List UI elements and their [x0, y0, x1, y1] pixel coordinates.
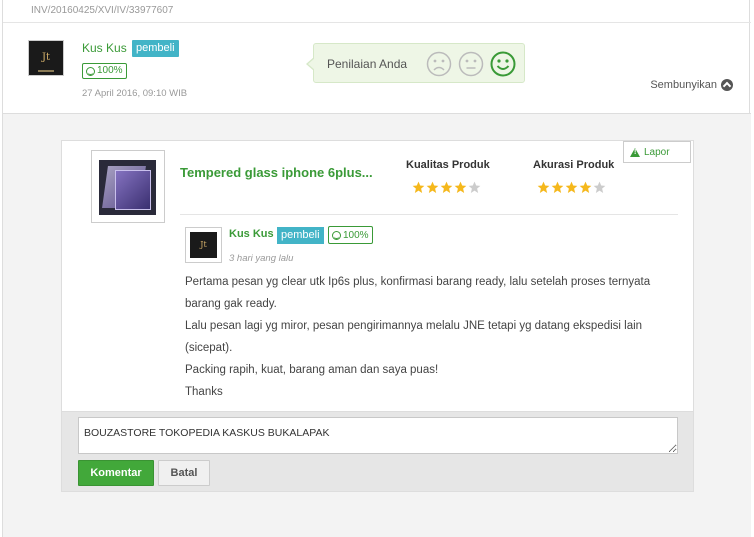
star-filled-icon: [440, 181, 453, 194]
product-title-link[interactable]: Tempered glass iphone 6plus...: [180, 165, 373, 180]
product-image: [99, 160, 156, 215]
hide-link-label: Sembunyikan: [650, 79, 717, 91]
review-text: Pertama pesan yg clear utk Ip6s plus, ko…: [185, 271, 665, 403]
buyer-avatar[interactable]: Jt: [28, 40, 64, 76]
logo-underline: [38, 70, 54, 72]
transaction-panel: INV/20160425/XVI/IV/33977607 Jt Kus Kus …: [2, 0, 751, 537]
reviewer-name-link[interactable]: Kus Kus: [229, 228, 274, 240]
star-filled-icon: [537, 181, 550, 194]
review-line: Packing rapih, kuat, barang aman dan say…: [185, 364, 439, 376]
accuracy-label: Akurasi Produk: [533, 159, 615, 171]
sad-face-icon[interactable]: [426, 51, 452, 77]
smile-icon: [86, 66, 95, 76]
star-filled-icon: [579, 181, 592, 194]
star-filled-icon: [426, 181, 439, 194]
star-filled-icon: [454, 181, 467, 194]
glass-layer: [115, 170, 151, 210]
neutral-face-icon[interactable]: [458, 51, 484, 77]
rating-prompt: Penilaian Anda: [306, 43, 525, 83]
buyer-reputation-badge[interactable]: 100%: [82, 63, 127, 79]
rating-prompt-label: Penilaian Anda: [327, 57, 408, 71]
reviewer-avatar[interactable]: Jt: [185, 227, 222, 263]
invoice-number: INV/20160425/XVI/IV/33977607: [31, 5, 174, 16]
accuracy-stars: [537, 181, 606, 194]
buyer-role-badge: pembeli: [132, 40, 179, 57]
happy-face-icon[interactable]: [490, 51, 516, 77]
reviewer-reputation-value: 100%: [343, 229, 369, 241]
store-logo-icon: Jt: [41, 52, 51, 63]
product-thumbnail[interactable]: [91, 150, 165, 223]
smile-icon: [332, 230, 341, 240]
warning-icon: [630, 147, 640, 157]
quality-stars: [412, 181, 481, 194]
quality-label: Kualitas Produk: [406, 159, 490, 171]
chevron-up-icon: [721, 79, 733, 91]
star-filled-icon: [565, 181, 578, 194]
hide-link[interactable]: Sembunyikan: [650, 79, 733, 91]
report-button-label: Lapor: [644, 146, 670, 158]
star-empty-icon: [468, 181, 481, 194]
store-logo-icon: Jt: [200, 240, 207, 249]
buyer-name-link[interactable]: Kus Kus: [82, 41, 127, 55]
divider: [3, 22, 751, 23]
review-time: 3 hari yang lalu: [229, 253, 294, 264]
review-card: Lapor Tempered glass iphone 6plus... Kua…: [61, 140, 694, 412]
star-filled-icon: [412, 181, 425, 194]
reviewer-role-badge: pembeli: [277, 227, 324, 244]
star-filled-icon: [551, 181, 564, 194]
comment-form: BOUZASTORE TOKOPEDIA KASKUS BUKALAPAK Ko…: [61, 412, 694, 492]
reviewer-reputation-badge[interactable]: 100%: [328, 226, 373, 244]
buyer-date: 27 April 2016, 09:10 WIB: [82, 88, 188, 99]
divider: [180, 214, 678, 215]
comment-input[interactable]: BOUZASTORE TOKOPEDIA KASKUS BUKALAPAK: [78, 417, 678, 454]
review-line: Lalu pesan lagi yg miror, pesan pengirim…: [185, 320, 643, 354]
avatar-image: Jt: [190, 232, 217, 258]
report-button[interactable]: Lapor: [623, 141, 691, 163]
comment-submit-button[interactable]: Komentar: [78, 460, 154, 486]
review-line: Thanks: [185, 386, 223, 398]
comment-cancel-button[interactable]: Batal: [158, 460, 210, 486]
review-line: Pertama pesan yg clear utk Ip6s plus, ko…: [185, 276, 651, 310]
buyer-reputation-value: 100%: [97, 65, 123, 76]
star-empty-icon: [593, 181, 606, 194]
